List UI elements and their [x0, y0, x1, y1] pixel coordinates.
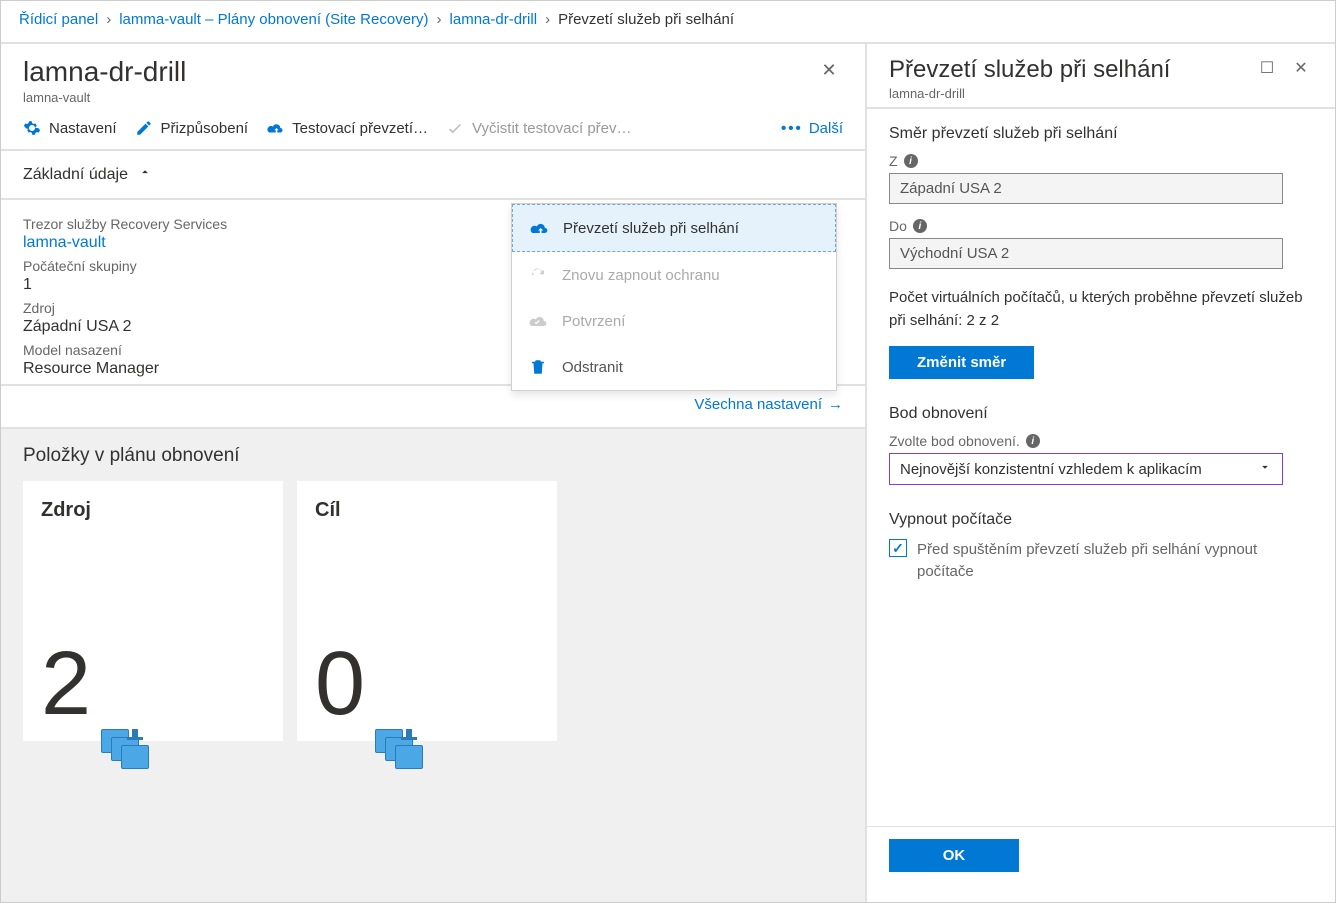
from-field — [889, 173, 1283, 204]
gear-icon — [23, 119, 41, 137]
cloud-check-icon — [528, 312, 548, 330]
recovery-label: Zvolte bod obnovení. — [889, 433, 1020, 449]
shutdown-checkbox[interactable]: ✓ — [889, 539, 907, 557]
settings-label: Nastavení — [49, 120, 117, 137]
page-title: lamna-dr-drill — [23, 56, 186, 88]
failover-panel: Převzetí služeb při selhání lamna-dr-dri… — [867, 44, 1335, 902]
startgroups-label: Počáteční skupiny — [23, 258, 536, 274]
menu-item-delete[interactable]: Odstranit — [512, 344, 836, 390]
more-menu: Převzetí služeb při selhání Znovu zapnou… — [511, 203, 837, 391]
all-settings-label: Všechna nastavení — [694, 396, 822, 413]
tile-target-title: Cíl — [315, 499, 539, 522]
more-label: Další — [809, 120, 843, 137]
tiles-heading: Položky v plánu obnovení — [23, 445, 843, 467]
test-failover-button[interactable]: Testovací převzetí… — [266, 119, 428, 137]
shutdown-label: Před spuštěním převzetí služeb při selhá… — [917, 539, 1313, 583]
tile-target[interactable]: Cíl 0 — [297, 481, 557, 741]
deploy-label: Model nasazení — [23, 342, 536, 358]
info-icon[interactable]: i — [904, 154, 918, 168]
main-blade: lamna-dr-drill lamna-vault ✕ Nastavení P… — [1, 44, 867, 902]
cleanup-label: Vyčistit testovací přev… — [472, 120, 632, 137]
recovery-point-value: Nejnovější konzistentní vzhledem k aplik… — [900, 461, 1202, 478]
all-settings-link[interactable]: Všechna nastavení → — [1, 386, 865, 429]
recovery-heading: Bod obnovení — [889, 405, 1313, 423]
to-field — [889, 238, 1283, 269]
recovery-point-select[interactable]: Nejnovější konzistentní vzhledem k aplik… — [889, 453, 1283, 485]
tile-target-count: 0 — [315, 639, 365, 729]
vault-label: Trezor služby Recovery Services — [23, 216, 536, 232]
shutdown-heading: Vypnout počítače — [889, 511, 1313, 529]
breadcrumb-current: Převzetí služeb při selhání — [558, 11, 734, 28]
info-icon[interactable]: i — [1026, 434, 1040, 448]
source-label: Zdroj — [23, 300, 536, 316]
chevron-up-icon — [138, 165, 152, 184]
menu-commit-label: Potvrzení — [562, 313, 625, 330]
cleanup-button: Vyčistit testovací přev… — [446, 119, 632, 137]
trash-icon — [528, 358, 548, 376]
arrow-right-icon: → — [828, 396, 843, 413]
test-failover-label: Testovací převzetí… — [292, 120, 428, 137]
menu-item-commit: Potvrzení — [512, 298, 836, 344]
vault-link[interactable]: lamna-vault — [23, 234, 106, 251]
breadcrumb-link-vault[interactable]: lamma-vault – Plány obnovení (Site Recov… — [119, 11, 428, 28]
panel-subtitle: lamna-dr-drill — [889, 86, 1170, 101]
toolbar: Nastavení Přizpůsobení Testovací převzet… — [1, 111, 865, 151]
breadcrumb-link-dashboard[interactable]: Řídicí panel — [19, 11, 98, 28]
maximize-icon[interactable]: ☐ — [1255, 56, 1279, 80]
to-label: Do — [889, 218, 907, 234]
settings-button[interactable]: Nastavení — [23, 119, 117, 137]
essentials-toggle[interactable]: Základní údaje — [1, 151, 865, 200]
cloud-failover-icon — [529, 219, 549, 237]
swap-direction-button[interactable]: Změnit směr — [889, 346, 1034, 379]
reprotect-icon — [528, 266, 548, 284]
vm-count-text: Počet virtuálních počítačů, u kterých pr… — [889, 287, 1313, 332]
tile-source-title: Zdroj — [41, 499, 265, 522]
tile-source-count: 2 — [41, 639, 91, 729]
close-icon[interactable]: ✕ — [815, 56, 843, 84]
chevron-right-icon: › — [106, 11, 111, 28]
menu-delete-label: Odstranit — [562, 359, 623, 376]
from-label: Z — [889, 153, 898, 169]
close-icon[interactable]: ✕ — [1289, 56, 1313, 80]
chevron-down-icon — [1258, 460, 1272, 478]
ok-button[interactable]: OK — [889, 839, 1019, 872]
deploy-value: Resource Manager — [23, 360, 536, 378]
breadcrumb-link-plan[interactable]: lamna-dr-drill — [450, 11, 538, 28]
panel-title: Převzetí služeb při selhání — [889, 56, 1170, 84]
pencil-icon — [135, 119, 153, 137]
menu-item-reprotect: Znovu zapnout ochranu — [512, 252, 836, 298]
chevron-right-icon: › — [545, 11, 550, 28]
source-value: Západní USA 2 — [23, 318, 536, 336]
startgroups-value: 1 — [23, 276, 536, 294]
customize-button[interactable]: Přizpůsobení — [135, 119, 249, 137]
ellipsis-icon: ••• — [783, 119, 801, 137]
breadcrumb: Řídicí panel › lamma-vault – Plány obnov… — [1, 1, 1335, 44]
cloud-upload-icon — [266, 119, 284, 137]
check-icon — [446, 119, 464, 137]
info-icon[interactable]: i — [913, 219, 927, 233]
page-subtitle: lamna-vault — [23, 90, 186, 105]
menu-item-failover[interactable]: Převzetí služeb při selhání — [512, 204, 836, 252]
menu-reprotect-label: Znovu zapnout ochranu — [562, 267, 720, 284]
customize-label: Přizpůsobení — [161, 120, 249, 137]
tile-source[interactable]: Zdroj 2 — [23, 481, 283, 741]
direction-heading: Směr převzetí služeb při selhání — [889, 125, 1313, 143]
more-button[interactable]: ••• Další — [783, 119, 843, 137]
essentials-heading: Základní údaje — [23, 166, 128, 184]
chevron-right-icon: › — [437, 11, 442, 28]
menu-failover-label: Převzetí služeb při selhání — [563, 220, 739, 237]
